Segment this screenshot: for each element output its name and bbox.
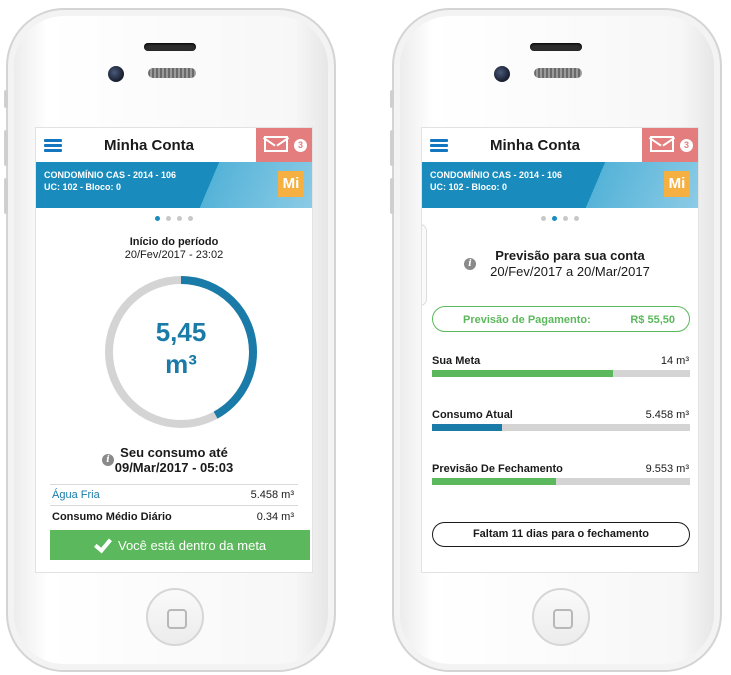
volume-down-button [390,178,394,214]
app-bar: Minha Conta 3 [36,128,312,162]
cold-water-label: Água Fria [52,489,100,501]
volume-up-button [390,130,394,166]
page-dot-1[interactable] [155,216,160,221]
period-label: Início do período [129,236,219,248]
condominium-banner: CONDOMÍNIO CAS - 2014 - 106 UC: 102 - Bl… [36,162,312,208]
forecast-title: Previsão para sua conta [495,248,645,263]
divider [50,505,298,506]
phone-left: Minha Conta 3 CONDOMÍNIO CAS - 2014 - 10… [4,8,336,672]
volume-down-button [4,178,8,214]
mi-logo-badge[interactable]: Mi [278,171,304,197]
screen-consumption: Minha Conta 3 CONDOMÍNIO CAS - 2014 - 10… [35,127,313,573]
unit-info: UC: 102 - Bloco: 0 [430,182,508,192]
goal-bar [432,370,690,377]
period-date: 20/Fev/2017 - 23:02 [124,249,224,261]
message-count-badge: 3 [294,139,307,152]
home-button[interactable] [146,588,204,646]
payment-forecast-value: R$ 55,50 [630,314,675,326]
checkmark-icon [94,534,112,554]
goal-label: Sua Meta [432,355,481,367]
volume-up-button [4,130,8,166]
messages-button[interactable]: 3 [256,128,312,162]
page-indicator[interactable] [422,216,698,221]
home-button[interactable] [532,588,590,646]
gauge-unit: m³ [165,349,197,379]
gauge-value: 5,45 [155,317,207,347]
page-dot-2[interactable] [166,216,171,221]
payment-forecast-label: Previsão de Pagamento: [463,314,591,326]
page-dot-4[interactable] [574,216,579,221]
condominium-name: CONDOMÍNIO CAS - 2014 - 106 [430,170,563,180]
envelope-icon [264,136,288,152]
earpiece [144,43,196,51]
page-title: Minha Conta [104,137,194,154]
speaker-grill [534,68,582,78]
daily-average-value: 0.34 m³ [256,511,294,523]
consumption-title: Seu consumo até [120,445,228,460]
page-dot-2[interactable] [552,216,557,221]
earpiece [530,43,582,51]
messages-button[interactable]: 3 [642,128,698,162]
mute-switch [390,90,394,108]
daily-average-label: Consumo Médio Diário [52,511,172,523]
envelope-icon [650,136,674,152]
page-dot-3[interactable] [177,216,182,221]
divider [50,484,298,485]
goal-value: 14 m³ [660,355,689,367]
consumption-gauge: 5,45 m³ [100,271,262,433]
forecast-dates: 20/Fev/2017 a 20/Mar/2017 [490,264,650,279]
closing-forecast-bar-fill [432,478,556,485]
speaker-grill [148,68,196,78]
page-dot-1[interactable] [541,216,546,221]
current-consumption-bar-fill [432,424,502,431]
mi-logo-badge[interactable]: Mi [664,171,690,197]
goal-bar-fill [432,370,613,377]
page-dot-4[interactable] [188,216,193,221]
page-indicator[interactable] [36,216,312,221]
current-consumption-bar [432,424,690,431]
camera-icon [494,66,510,82]
page-title: Minha Conta [490,137,580,154]
current-consumption-label: Consumo Atual [432,409,513,421]
days-to-closing-button[interactable]: Faltam 11 dias para o fechamento [432,522,690,547]
screen-forecast: Minha Conta 3 CONDOMÍNIO CAS - 2014 - 10… [421,127,699,573]
closing-forecast-label: Previsão De Fechamento [432,463,563,475]
closing-forecast-bar [432,478,690,485]
unit-info: UC: 102 - Bloco: 0 [44,182,122,192]
cold-water-value: 5.458 m³ [250,489,294,501]
current-consumption-value: 5.458 m³ [645,409,689,421]
camera-icon [108,66,124,82]
consumption-date: 09/Mar/2017 - 05:03 [114,460,234,475]
message-count-badge: 3 [680,139,693,152]
payment-forecast-box: Previsão de Pagamento: R$ 55,50 [432,306,690,332]
condominium-name: CONDOMÍNIO CAS - 2014 - 106 [44,170,177,180]
mute-switch [4,90,8,108]
closing-forecast-value: 9.553 m³ [645,463,689,475]
condominium-banner: CONDOMÍNIO CAS - 2014 - 106 UC: 102 - Bl… [422,162,698,208]
meta-status-text: Você está dentro da meta [118,538,267,553]
phone-right: Minha Conta 3 CONDOMÍNIO CAS - 2014 - 10… [390,8,722,672]
meta-status-bar: Você está dentro da meta [50,530,310,560]
app-bar: Minha Conta 3 [422,128,698,162]
page-dot-3[interactable] [563,216,568,221]
